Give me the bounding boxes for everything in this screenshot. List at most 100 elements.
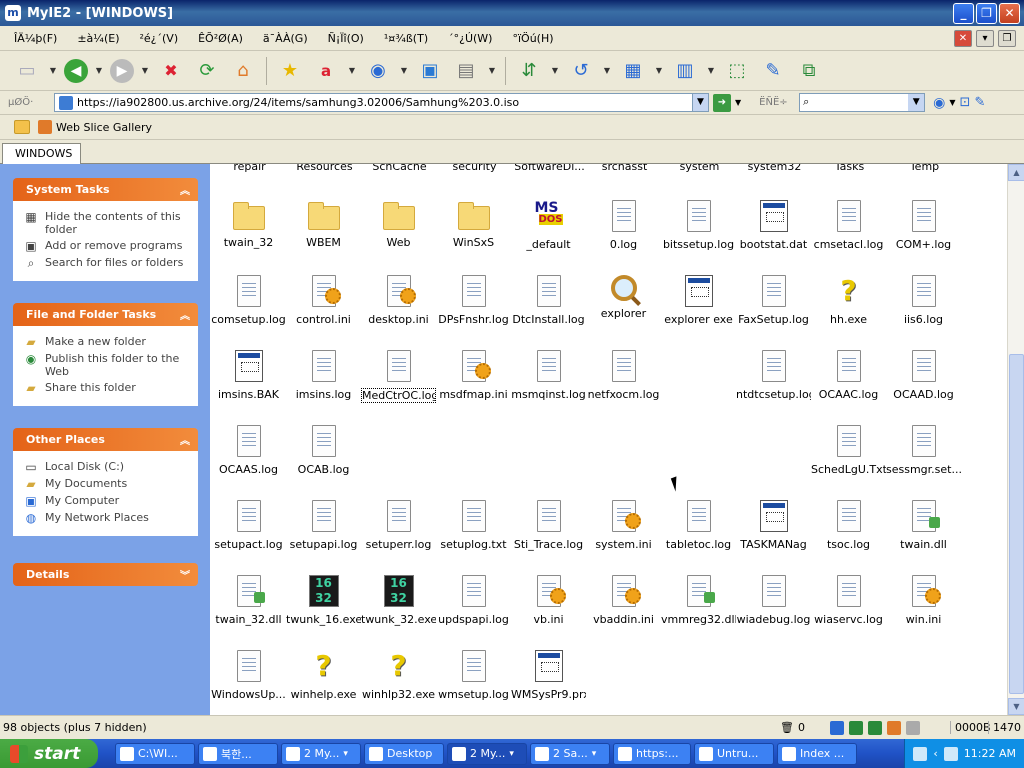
share-folder-link[interactable]: ▰ Share this folder — [23, 381, 194, 395]
file-item[interactable]: SchedLgU.Txt — [811, 425, 886, 500]
address-input[interactable]: https://ia902800.us.archive.org/24/items… — [54, 93, 709, 112]
edit-status-icon[interactable] — [906, 720, 920, 735]
trash-icon[interactable]: 🗑 — [780, 721, 794, 734]
file-item[interactable]: MedCtrOC.log — [361, 350, 436, 425]
file-item[interactable]: _default — [511, 200, 586, 275]
search-input[interactable]: ⌕ ▼ — [799, 93, 926, 112]
taskbar-task-button[interactable]: 2 My... ▾ — [447, 742, 527, 765]
add-remove-programs-link[interactable]: ▣ Add or remove programs — [23, 239, 194, 253]
vertical-scrollbar[interactable]: ▲ ▼ — [1007, 164, 1024, 715]
minimize-button[interactable]: _ — [953, 2, 974, 24]
other-places-header[interactable]: Other Places ︽ — [13, 428, 198, 451]
expand-icon[interactable]: ︾ — [180, 567, 190, 582]
file-item[interactable]: wiadebug.log — [736, 575, 811, 650]
file-item[interactable]: FaxSetup.log — [736, 275, 811, 350]
language-dropdown-icon[interactable]: ▼ — [347, 56, 357, 86]
file-item[interactable]: setuplog.txt — [436, 500, 511, 575]
columns-dropdown-icon[interactable]: ▼ — [706, 56, 716, 86]
search-files-link[interactable]: ⌕ Search for files or folders — [23, 256, 194, 270]
partial-file-label[interactable]: SchCache — [362, 164, 437, 173]
menu-options[interactable]: Ñ¡Ïî(O) — [328, 32, 364, 45]
image-icon[interactable] — [849, 720, 863, 735]
language-icon[interactable]: a — [311, 56, 341, 86]
file-item[interactable]: tsoc.log — [811, 500, 886, 575]
task-group-dropdown-icon[interactable]: ▾ — [592, 749, 597, 759]
group-icon[interactable]: ⧉ — [794, 56, 824, 86]
menu-file[interactable]: ÎÄ¼þ(F) — [14, 32, 57, 45]
maximize-button[interactable]: ❐ — [976, 2, 997, 24]
collapse-icon[interactable]: ︽ — [180, 182, 190, 197]
close-button[interactable]: ✕ — [999, 2, 1020, 24]
forward-icon[interactable]: ▶ — [110, 58, 134, 83]
scroll-thumb[interactable] — [1009, 354, 1024, 694]
tab-menu-button[interactable]: ▾ — [976, 30, 994, 47]
file-item[interactable]: DtcInstall.log — [511, 275, 586, 350]
globe-icon[interactable]: ◉ — [363, 56, 393, 86]
file-item[interactable]: cmsetacl.log — [811, 200, 886, 275]
gear-icon[interactable] — [887, 720, 901, 735]
address-url[interactable]: https://ia902800.us.archive.org/24/items… — [77, 96, 519, 109]
collapse-icon[interactable]: ︽ — [180, 307, 190, 322]
partial-file-label[interactable]: system32 — [737, 164, 812, 173]
close-tab-button[interactable]: ✕ — [954, 30, 972, 47]
file-item[interactable]: win.ini — [886, 575, 961, 650]
partial-file-label[interactable]: security — [437, 164, 512, 173]
highlight-icon[interactable]: ⊡ — [960, 95, 971, 110]
file-item[interactable]: ? winhlp32.exe — [361, 650, 436, 715]
download-status-icon[interactable] — [868, 720, 882, 735]
start-button[interactable]: start — [0, 739, 98, 768]
file-item[interactable]: twain_32.dll — [211, 575, 286, 650]
file-item[interactable]: system.ini — [586, 500, 661, 575]
tray-expand-icon[interactable]: ‹ — [933, 747, 937, 760]
file-item[interactable]: msmqinst.log — [511, 350, 586, 425]
undo-dropdown-icon[interactable]: ▼ — [602, 56, 612, 86]
menu-tools[interactable]: ¹¤¾ß(T) — [384, 32, 428, 45]
taskbar-task-button[interactable]: Index ... — [777, 742, 857, 765]
print-icon[interactable]: ▤ — [451, 56, 481, 86]
file-item[interactable]: COM+.log — [886, 200, 961, 275]
file-item[interactable]: explorer exe — [661, 275, 736, 350]
menu-help[interactable]: °ïÖú(H) — [512, 32, 553, 45]
file-item[interactable]: msdfmap.ini — [436, 350, 511, 425]
find-icon[interactable]: ✎ — [974, 95, 985, 110]
search-engine-dropdown-icon[interactable]: ▼ — [949, 98, 955, 107]
file-item[interactable]: netfxocm.log — [586, 350, 661, 425]
task-group-dropdown-icon[interactable]: ▾ — [343, 749, 348, 759]
file-item[interactable]: explorer — [586, 275, 661, 350]
file-item[interactable]: TASKMANag — [736, 500, 811, 575]
edit-page-icon[interactable]: ✎ — [758, 56, 788, 86]
file-item[interactable]: WindowsUp... — [211, 650, 286, 715]
scroll-up-icon[interactable]: ▲ — [1008, 164, 1024, 181]
file-item[interactable]: 16 32 twunk_16.exe — [286, 575, 361, 650]
hide-contents-link[interactable]: ▦ Hide the contents of this folder — [23, 210, 194, 236]
menu-browse[interactable]: ä¯ÀÀ(G) — [263, 32, 308, 45]
forward-dropdown-icon[interactable]: ▼ — [140, 56, 150, 86]
file-item[interactable]: imsins.log — [286, 350, 361, 425]
file-item[interactable]: updspapi.log — [436, 575, 511, 650]
file-item[interactable]: WMSysPr9.prx — [511, 650, 586, 715]
file-item[interactable]: WinSxS — [436, 200, 511, 275]
publish-folder-link[interactable]: ◉ Publish this folder to the Web — [23, 352, 194, 378]
back-dropdown-icon[interactable]: ▼ — [94, 56, 104, 86]
file-item[interactable]: Web — [361, 200, 436, 275]
my-computer-link[interactable]: ▣ My Computer — [23, 494, 194, 508]
partial-file-label[interactable]: repair — [212, 164, 287, 173]
file-item[interactable]: WBEM — [286, 200, 361, 275]
file-item[interactable]: OCAB.log — [286, 425, 361, 500]
refresh-icon[interactable]: ⟳ — [192, 56, 222, 86]
file-item[interactable]: wmsetup.log — [436, 650, 511, 715]
file-item[interactable]: comsetup.log — [211, 275, 286, 350]
task-group-dropdown-icon[interactable]: ▾ — [509, 749, 514, 759]
partial-file-label[interactable]: Resources — [287, 164, 362, 173]
back-icon[interactable]: ◀ — [64, 58, 88, 83]
make-new-folder-link[interactable]: ▰ Make a new folder — [23, 335, 194, 349]
file-item[interactable]: control.ini — [286, 275, 361, 350]
favorites-folder-icon[interactable] — [14, 120, 30, 134]
file-item[interactable]: OCAAS.log — [211, 425, 286, 500]
my-network-places-link[interactable]: ◍ My Network Places — [23, 511, 194, 525]
file-item[interactable]: iis6.log — [886, 275, 961, 350]
download-dropdown-icon[interactable]: ▼ — [550, 56, 560, 86]
file-item[interactable]: OCAAC.log — [811, 350, 886, 425]
taskbar-task-button[interactable]: 2 Sa... ▾ — [530, 742, 610, 765]
file-item[interactable]: vmmreg32.dll — [661, 575, 736, 650]
